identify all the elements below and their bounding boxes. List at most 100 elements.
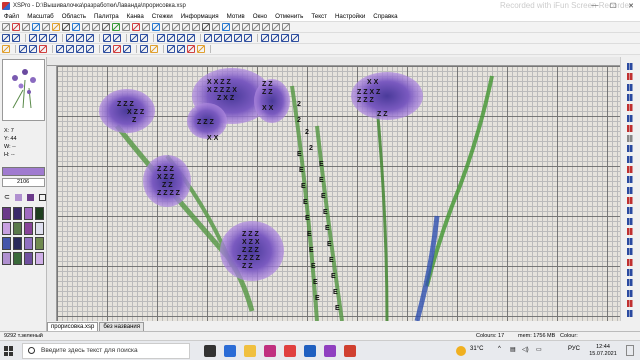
palette-color-cell[interactable]	[24, 252, 33, 265]
palette-color-cell[interactable]	[2, 222, 11, 235]
stitch-tool-icon[interactable]	[627, 289, 635, 297]
file-explorer-icon[interactable]	[244, 345, 256, 357]
task-view-icon[interactable]	[204, 345, 216, 357]
toolbar-tool-icon[interactable]	[82, 23, 90, 31]
toolbar-tool-icon[interactable]	[29, 34, 37, 42]
menu-item[interactable]: Файл	[4, 13, 19, 20]
toolbar-tool-icon[interactable]	[76, 45, 84, 53]
menu-item[interactable]: Область	[62, 13, 86, 20]
toolbar-tool-icon[interactable]	[52, 23, 60, 31]
stitch-tool-icon[interactable]	[627, 93, 635, 101]
toolbar-tool-icon[interactable]	[261, 34, 269, 42]
toolbar-tool-icon[interactable]	[102, 23, 110, 31]
menu-item[interactable]: Палитра	[94, 13, 119, 20]
toolbar-tool-icon[interactable]	[222, 23, 230, 31]
toolbar-tool-icon[interactable]	[242, 23, 250, 31]
toolbar-tool-icon[interactable]	[132, 23, 140, 31]
stitch-tool-icon[interactable]	[627, 73, 635, 81]
stitch-tool-icon[interactable]	[627, 104, 635, 112]
toolbar-tool-icon[interactable]	[140, 34, 148, 42]
pattern-preview[interactable]	[2, 59, 45, 121]
xspro-taskbar-icon[interactable]	[344, 345, 356, 357]
palette-color-cell[interactable]	[24, 237, 33, 250]
toolbar-tool-icon[interactable]	[22, 23, 30, 31]
toolbar-tool-icon[interactable]	[291, 34, 299, 42]
battery-icon[interactable]: ▭	[536, 346, 542, 353]
toolbar-tool-icon[interactable]	[197, 45, 205, 53]
stitch-tool-icon[interactable]	[627, 83, 635, 91]
weather-icon[interactable]	[456, 346, 466, 356]
stitch-tool-icon[interactable]	[627, 124, 635, 132]
menu-item[interactable]: Справка	[373, 13, 397, 20]
stitch-tool-icon[interactable]	[627, 238, 635, 246]
palette-color-cell[interactable]	[35, 252, 44, 265]
toolbar-tool-icon[interactable]	[112, 23, 120, 31]
notifications-icon[interactable]	[626, 345, 634, 356]
screen-recorder-icon[interactable]	[264, 345, 276, 357]
current-color-swatch[interactable]	[2, 167, 45, 176]
maximize-button[interactable]: ☐	[604, 0, 622, 11]
palette-color-cell[interactable]	[13, 237, 22, 250]
stitch-tool-icon[interactable]	[627, 269, 635, 276]
toolbar-tool-icon[interactable]	[103, 34, 111, 42]
stitch-tool-icon[interactable]	[627, 114, 635, 122]
toolbar-tool-icon[interactable]	[72, 23, 80, 31]
toolbar-tool-icon[interactable]	[86, 45, 94, 53]
stitch-tool-icon[interactable]	[627, 310, 635, 318]
stitch-tool-icon[interactable]	[627, 176, 635, 184]
taskbar-clock[interactable]: 12:44 15.07.2021	[586, 344, 620, 358]
tab-document-2[interactable]: без названия	[99, 322, 145, 331]
tray-chevron-icon[interactable]: ^	[498, 346, 501, 352]
close-button[interactable]: ✕	[622, 0, 640, 11]
toolbar-tool-icon[interactable]	[113, 34, 121, 42]
menu-item[interactable]: Настройки	[335, 13, 365, 20]
toolbar-tool-icon[interactable]	[152, 23, 160, 31]
menu-item[interactable]: Окно	[253, 13, 267, 20]
toolbar-tool-icon[interactable]	[12, 34, 20, 42]
toolbar-tool-icon[interactable]	[19, 45, 27, 53]
toolbar-tool-icon[interactable]	[281, 34, 289, 42]
stitch-tool-icon[interactable]	[627, 145, 635, 153]
toolbar-tool-icon[interactable]	[103, 45, 111, 53]
palette-color-cell[interactable]	[35, 222, 44, 235]
toolbar-tool-icon[interactable]	[167, 34, 175, 42]
toolbar-tool-icon[interactable]	[282, 23, 290, 31]
toolbar-tool-icon[interactable]	[123, 45, 131, 53]
toolbar-tool-icon[interactable]	[271, 34, 279, 42]
tab-document-1[interactable]: прорисовка.xsp	[47, 322, 99, 331]
stitch-tool-icon[interactable]	[627, 166, 635, 173]
toolbar-tool-icon[interactable]	[202, 23, 210, 31]
volume-icon[interactable]: ◁)	[522, 346, 529, 353]
stitch-tool-icon[interactable]	[627, 155, 635, 163]
palette-add-icon[interactable]: ⊂	[4, 194, 10, 201]
toolbar-tool-icon[interactable]	[167, 45, 175, 53]
toolbar-tool-icon[interactable]	[66, 45, 74, 53]
toolbar-tool-icon[interactable]	[29, 45, 37, 53]
toolbar-tool-icon[interactable]	[182, 23, 190, 31]
stitch-tool-icon[interactable]	[627, 299, 635, 307]
toolbar-tool-icon[interactable]	[157, 34, 165, 42]
app-icon-blue[interactable]	[304, 345, 316, 357]
toolbar-tool-icon[interactable]	[262, 23, 270, 31]
toolbar-tool-icon[interactable]	[140, 45, 148, 53]
toolbar-tool-icon[interactable]	[214, 34, 222, 42]
stitch-tool-icon[interactable]	[627, 258, 635, 266]
menu-item[interactable]: Текст	[311, 13, 327, 20]
toolbar-tool-icon[interactable]	[12, 23, 20, 31]
toolbar-tool-icon[interactable]	[150, 45, 158, 53]
toolbar-tool-icon[interactable]	[39, 34, 47, 42]
weather-temp[interactable]: 31°C	[470, 346, 483, 352]
toolbar-tool-icon[interactable]	[212, 23, 220, 31]
stitch-grid[interactable]: Z Z ZX Z ZZ Z Z ZX Z ZZ ZZ Z Z Z X X Z Z…	[57, 66, 620, 321]
menu-item[interactable]: Стежки	[152, 13, 173, 20]
palette-edit-icon[interactable]	[38, 193, 46, 201]
toolbar-tool-icon[interactable]	[2, 23, 10, 31]
toolbar-tool-icon[interactable]	[177, 45, 185, 53]
stitch-tool-icon[interactable]	[627, 217, 635, 225]
toolbar-tool-icon[interactable]	[122, 23, 130, 31]
palette-color-cell[interactable]	[2, 237, 11, 250]
palette-color-cell[interactable]	[13, 207, 22, 220]
taskbar-search-input[interactable]: Введите здесь текст для поиска	[22, 343, 190, 359]
toolbar-tool-icon[interactable]	[224, 34, 232, 42]
minimize-button[interactable]: —	[586, 0, 604, 11]
